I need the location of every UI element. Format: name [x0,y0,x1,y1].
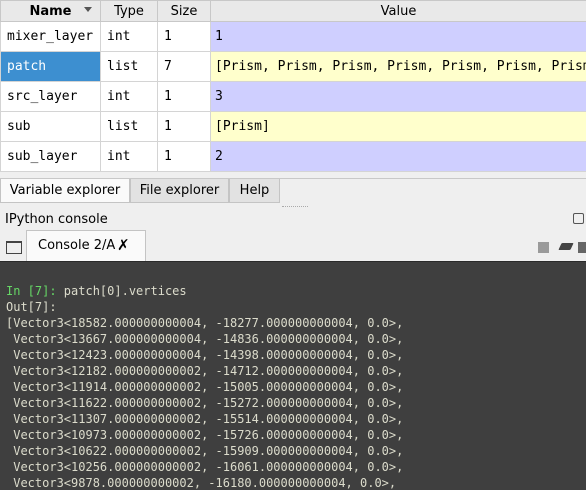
stop-icon[interactable] [538,242,549,253]
console-output-line: [Vector3<18582.000000000004, -18277.0000… [6,315,403,331]
table-row[interactable]: patch list 7 [Prism, Prism, Prism, Prism… [1,52,586,82]
var-size[interactable]: 7 [158,52,211,82]
variable-table: Name Type Size Value mixer_layer int 1 1… [0,0,586,172]
console-output-line: Vector3<10256.000000000002, -16061.00000… [6,459,403,475]
console-command: patch[0].vertices [57,284,187,298]
table-row[interactable]: sub_layer int 1 2 [1,142,586,172]
var-type[interactable]: list [101,52,158,82]
var-value[interactable]: 2 [211,142,586,172]
console-output-line: Vector3<10622.000000000002, -15909.00000… [6,443,403,459]
console-output-line: Vector3<13667.000000000004, -14836.00000… [6,331,403,347]
var-name[interactable]: mixer_layer [1,22,101,52]
console-tab-label: Console 2/A [38,238,115,253]
tab-console[interactable]: Console 2/A ✗ [26,230,146,261]
tab-file-explorer[interactable]: File explorer [130,179,229,203]
console-output-line: Vector3<12423.000000000004, -14398.00000… [6,347,403,363]
console-output-line: Vector3<12182.000000000002, -14712.00000… [6,363,403,379]
console-output-line: Vector3<9878.000000000002, -16180.000000… [6,475,396,490]
explorer-tab-bar: Variable explorer File explorer Help [0,178,586,205]
in-prompt: In [7]: [6,284,57,298]
table-row[interactable]: src_layer int 1 3 [1,82,586,112]
column-header-size[interactable]: Size [158,1,211,22]
console-output-line: Vector3<10973.000000000002, -15726.00000… [6,427,403,443]
table-row[interactable]: sub list 1 [Prism] [1,112,586,142]
tab-variable-explorer[interactable]: Variable explorer [0,179,130,203]
tab-help[interactable]: Help [229,179,280,203]
var-type[interactable]: list [101,112,158,142]
table-header: Name Type Size Value [1,1,586,22]
var-value[interactable]: [Prism, Prism, Prism, Prism, Prism, Pris… [211,52,586,82]
var-type[interactable]: int [101,22,158,52]
pane-splitter-handle[interactable] [282,206,308,209]
console-output-line: Vector3<11914.000000000002, -15005.00000… [6,379,403,395]
console-output-line: Vector3<11622.000000000002, -15272.00000… [6,395,403,411]
var-value[interactable]: 3 [211,82,586,112]
column-header-type[interactable]: Type [101,1,158,22]
undock-icon[interactable] [573,213,584,224]
column-header-label: Name [29,4,71,19]
folder-icon[interactable] [6,241,22,254]
ipython-pane-title: IPython console [5,212,108,227]
options-icon[interactable] [578,242,586,253]
var-name[interactable]: patch [1,52,101,82]
out-prompt: Out[7]: [6,299,57,315]
sort-arrow-icon [84,7,92,12]
var-size[interactable]: 1 [158,142,211,172]
var-size[interactable]: 1 [158,112,211,142]
var-type[interactable]: int [101,82,158,112]
column-header-name[interactable]: Name [1,1,101,22]
close-icon[interactable]: ✗ [117,236,130,254]
var-name[interactable]: sub_layer [1,142,101,172]
var-size[interactable]: 1 [158,82,211,112]
console-tab-bar: Console 2/A ✗ [0,230,586,261]
var-value[interactable]: 1 [211,22,586,52]
console-output[interactable]: In [7]: patch[0].vertices Out[7]: [Vecto… [0,261,586,490]
console-output-line: Vector3<11307.000000000002, -15514.00000… [6,411,403,427]
table-row[interactable]: mixer_layer int 1 1 [1,22,586,52]
var-size[interactable]: 1 [158,22,211,52]
var-type[interactable]: int [101,142,158,172]
console-input-line: In [7]: patch[0].vertices [6,283,187,299]
var-name[interactable]: src_layer [1,82,101,112]
var-value[interactable]: [Prism] [211,112,586,142]
var-name[interactable]: sub [1,112,101,142]
column-header-value[interactable]: Value [211,1,586,22]
